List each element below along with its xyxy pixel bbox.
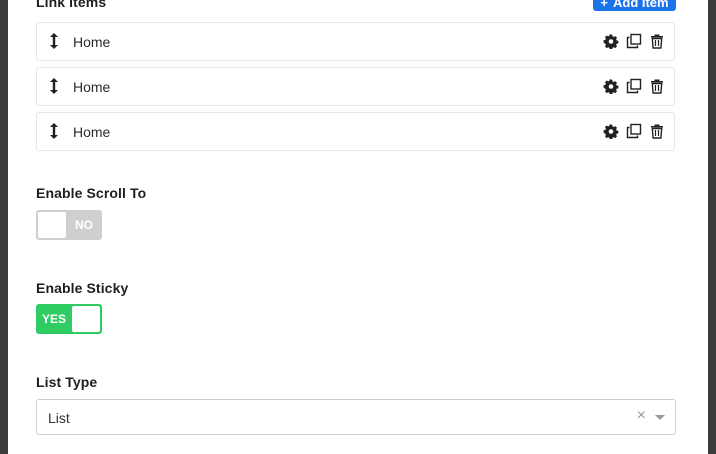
plus-icon: + [600, 0, 608, 10]
drag-handle-icon[interactable] [49, 32, 59, 50]
enable-scroll-to-label: Enable Scroll To [36, 185, 147, 201]
trash-icon[interactable] [649, 33, 665, 49]
list-type-select[interactable]: List × [36, 399, 676, 435]
link-items-title: Link Items [36, 0, 107, 10]
toggle-state-text: NO [75, 218, 93, 232]
gear-icon[interactable] [603, 123, 619, 139]
link-item-label: Home [73, 124, 111, 140]
chevron-down-icon[interactable] [655, 415, 665, 420]
list-type-value: List [48, 410, 70, 426]
link-item[interactable]: Home [36, 22, 675, 61]
clear-icon[interactable]: × [637, 407, 646, 425]
settings-panel: Link Items + Add Item Home Home Home Ena… [8, 0, 708, 454]
toggle-knob [38, 212, 66, 238]
link-item-label: Home [73, 34, 111, 50]
gear-icon[interactable] [603, 33, 619, 49]
gear-icon[interactable] [603, 78, 619, 94]
add-item-label: Add Item [612, 0, 669, 10]
drag-handle-icon[interactable] [49, 77, 59, 95]
trash-icon[interactable] [649, 123, 665, 139]
link-item-actions [603, 33, 665, 49]
modal-backdrop-right [708, 0, 716, 454]
enable-scroll-to-toggle[interactable]: NO [36, 210, 102, 240]
list-type-label: List Type [36, 374, 98, 390]
copy-icon[interactable] [626, 78, 642, 94]
toggle-knob [72, 306, 100, 332]
drag-handle-icon[interactable] [49, 122, 59, 140]
modal-backdrop-left [0, 0, 8, 454]
trash-icon[interactable] [649, 78, 665, 94]
link-item-label: Home [73, 79, 111, 95]
add-item-button[interactable]: + Add Item [593, 0, 676, 11]
enable-sticky-label: Enable Sticky [36, 280, 129, 296]
copy-icon[interactable] [626, 33, 642, 49]
link-item-actions [603, 78, 665, 94]
link-item[interactable]: Home [36, 112, 675, 151]
link-item-actions [603, 123, 665, 139]
link-item[interactable]: Home [36, 67, 675, 106]
copy-icon[interactable] [626, 123, 642, 139]
enable-sticky-toggle[interactable]: YES [36, 304, 102, 334]
toggle-state-text: YES [42, 312, 67, 326]
